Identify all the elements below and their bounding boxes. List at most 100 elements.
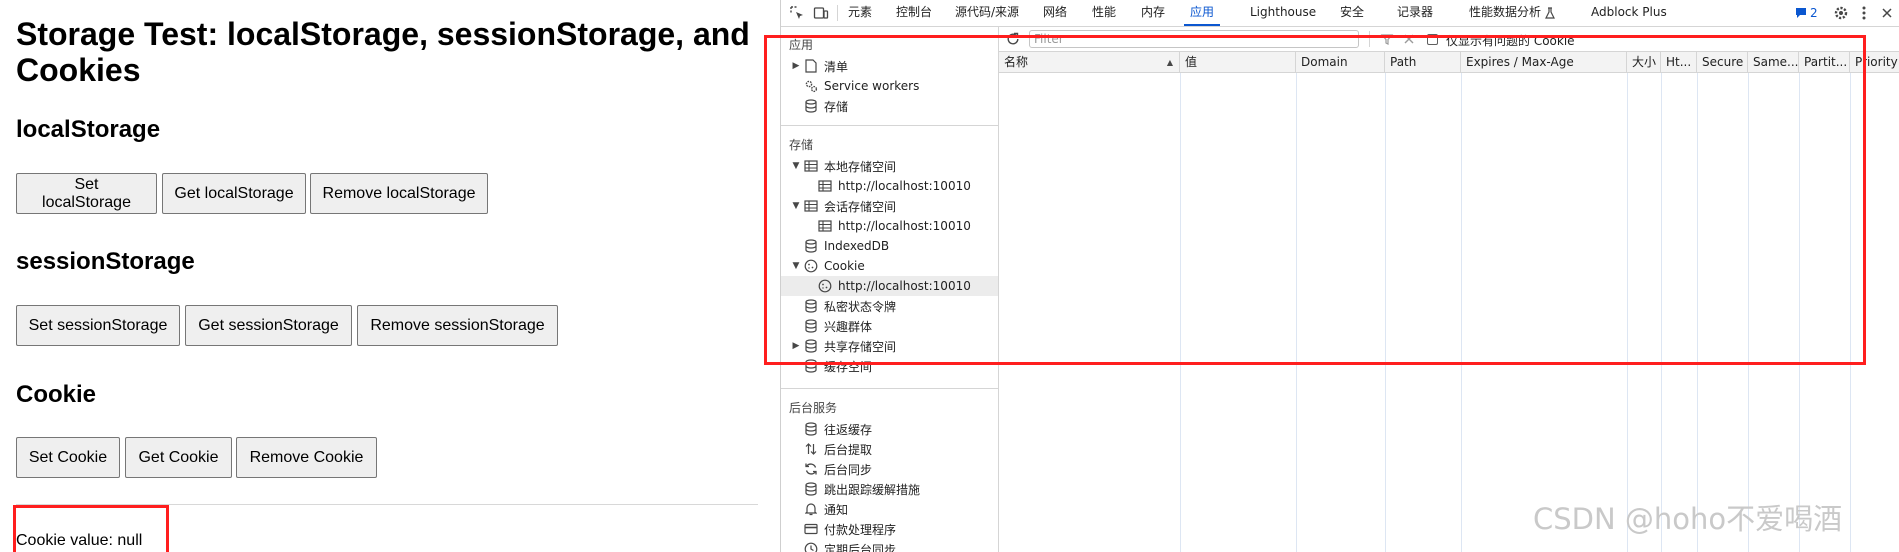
sidebar-item-label: Cookie <box>824 259 865 273</box>
sidebar-item-notifications[interactable]: 通知 <box>781 499 998 519</box>
sidebar-item-label: 清单 <box>824 59 849 74</box>
sidebar-item-label: 存储 <box>824 99 849 114</box>
sidebar-item-label: http://localhost:10010 <box>838 179 971 193</box>
set-localstorage-button[interactable]: Set localStorage <box>16 173 157 214</box>
inspect-element-icon[interactable] <box>787 3 807 23</box>
column-header-value[interactable]: 值 <box>1180 52 1296 73</box>
clear-filtered-icon[interactable] <box>1377 29 1397 49</box>
column-header-samesite[interactable]: Same... <box>1748 52 1799 73</box>
sidebar-item-session-storage-origin[interactable]: http://localhost:10010 <box>781 216 998 236</box>
settings-gear-icon[interactable] <box>1831 3 1851 23</box>
column-header-domain[interactable]: Domain <box>1296 52 1385 73</box>
column-divider <box>1180 73 1181 552</box>
more-options-icon[interactable] <box>1854 3 1874 23</box>
column-divider <box>1627 73 1628 552</box>
sidebar-item-periodic-background-sync[interactable]: 定期后台同步 <box>781 539 998 552</box>
cookie-filter-input[interactable] <box>1029 30 1359 48</box>
issues-counter[interactable]: 2 <box>1794 3 1818 23</box>
tab-lighthouse[interactable]: Lighthouse <box>1250 0 1316 26</box>
sidebar-item-cookies[interactable]: ▼ Cookie <box>781 256 998 276</box>
sidebar-item-payment-handler[interactable]: 付款处理程序 <box>781 519 998 539</box>
expand-arrow-icon[interactable]: ▶ <box>791 341 801 351</box>
sidebar-item-indexeddb[interactable]: IndexedDB <box>781 236 998 256</box>
close-icon[interactable] <box>1877 3 1897 23</box>
column-header-label: 值 <box>1185 55 1198 69</box>
column-header-path[interactable]: Path <box>1385 52 1461 73</box>
application-sidebar: 应用 ▶ 清单 Service workers 存储 存储 ▼ 本地存储空间 h… <box>781 27 999 552</box>
remove-cookie-button[interactable]: Remove Cookie <box>236 437 377 478</box>
tab-elements[interactable]: 元素 <box>848 0 872 26</box>
column-header-label: Domain <box>1301 55 1348 69</box>
column-header-label: Ht... <box>1666 55 1692 69</box>
only-issues-checkbox[interactable] <box>1427 34 1438 45</box>
column-header-secure[interactable]: Secure <box>1697 52 1748 73</box>
tab-security[interactable]: 安全 <box>1340 0 1364 26</box>
sidebar-item-label: 付款处理程序 <box>824 522 897 537</box>
column-header-size[interactable]: 大小 <box>1627 52 1661 73</box>
tab-console[interactable]: 控制台 <box>896 0 932 26</box>
sidebar-item-local-storage[interactable]: ▼ 本地存储空间 <box>781 156 998 176</box>
delete-selected-icon[interactable] <box>1399 29 1419 49</box>
column-header-partition-key[interactable]: Partit... <box>1799 52 1850 73</box>
set-cookie-button[interactable]: Set Cookie <box>16 437 120 478</box>
sidebar-item-manifest[interactable]: ▶ 清单 <box>781 56 998 76</box>
column-header-priority[interactable]: Priority <box>1850 52 1899 73</box>
column-header-httponly[interactable]: Ht... <box>1661 52 1697 73</box>
sidebar-item-background-sync[interactable]: 后台同步 <box>781 459 998 479</box>
get-cookie-button[interactable]: Get Cookie <box>125 437 232 478</box>
cookie-value-output: Cookie value: null <box>16 532 143 549</box>
column-header-label: Path <box>1390 55 1417 69</box>
column-header-label: Expires / Max-Age <box>1466 55 1574 69</box>
sidebar-item-label: 缓存空间 <box>824 359 873 374</box>
document-icon <box>803 58 819 74</box>
sidebar-item-shared-storage[interactable]: ▶ 共享存储空间 <box>781 336 998 356</box>
sidebar-item-bounce-tracking-mitigations[interactable]: 跳出跟踪缓解措施 <box>781 479 998 499</box>
divider <box>16 504 758 505</box>
sidebar-item-session-storage[interactable]: ▼ 会话存储空间 <box>781 196 998 216</box>
tab-performance[interactable]: 性能 <box>1092 0 1116 26</box>
sidebar-item-storage-overview[interactable]: 存储 <box>781 96 998 116</box>
set-sessionstorage-button[interactable]: Set sessionStorage <box>16 305 180 346</box>
section-divider <box>781 388 998 389</box>
sidebar-item-interest-groups[interactable]: 兴趣群体 <box>781 316 998 336</box>
sidebar-item-service-workers[interactable]: Service workers <box>781 76 998 96</box>
test-page: Storage Test: localStorage, sessionStora… <box>0 0 774 552</box>
sidebar-item-background-fetch[interactable]: 后台提取 <box>781 439 998 459</box>
collapse-arrow-icon[interactable]: ▼ <box>791 201 801 211</box>
column-divider <box>1799 73 1800 552</box>
background-services-title: 后台服务 <box>789 401 838 415</box>
sidebar-item-label: http://localhost:10010 <box>838 219 971 233</box>
tab-recorder[interactable]: 记录器 <box>1397 0 1433 26</box>
sidebar-item-private-state-tokens[interactable]: 私密状态令牌 <box>781 296 998 316</box>
sidebar-item-cache-storage[interactable]: 缓存空间 <box>781 356 998 376</box>
column-divider <box>1296 73 1297 552</box>
sidebar-item-label: 往返缓存 <box>824 422 873 437</box>
sidebar-item-local-storage-origin[interactable]: http://localhost:10010 <box>781 176 998 196</box>
column-header-label: Partit... <box>1804 55 1848 69</box>
get-sessionstorage-button[interactable]: Get sessionStorage <box>185 305 352 346</box>
sidebar-item-label: http://localhost:10010 <box>838 279 971 293</box>
sidebar-item-bfcache[interactable]: 往返缓存 <box>781 419 998 439</box>
remove-localstorage-button[interactable]: Remove localStorage <box>310 173 488 214</box>
column-header-label: Secure <box>1702 55 1744 69</box>
refresh-icon[interactable] <box>1003 29 1023 49</box>
device-toolbar-icon[interactable] <box>811 3 831 23</box>
tab-adblock-plus[interactable]: Adblock Plus <box>1591 0 1667 26</box>
tab-performance-insights[interactable]: 性能数据分析 <box>1469 0 1541 26</box>
sidebar-item-cookies-origin[interactable]: http://localhost:10010 <box>781 276 998 296</box>
collapse-arrow-icon[interactable]: ▼ <box>791 261 801 271</box>
tab-memory[interactable]: 内存 <box>1141 0 1165 26</box>
database-icon <box>803 358 819 374</box>
column-header-expires[interactable]: Expires / Max-Age <box>1461 52 1627 73</box>
tab-network[interactable]: 网络 <box>1043 0 1067 26</box>
tab-sources[interactable]: 源代码/来源 <box>955 0 1019 26</box>
expand-arrow-icon[interactable]: ▶ <box>791 61 801 71</box>
tab-application[interactable]: 应用 <box>1184 0 1221 26</box>
cookie-table: 名称 ▲ 值 Domain Path Expires / Max-Age 大小 … <box>999 52 1899 552</box>
gears-icon <box>803 78 819 94</box>
column-header-name[interactable]: 名称 ▲ <box>999 52 1180 73</box>
database-icon <box>803 338 819 354</box>
remove-sessionstorage-button[interactable]: Remove sessionStorage <box>357 305 558 346</box>
collapse-arrow-icon[interactable]: ▼ <box>791 161 801 171</box>
get-localstorage-button[interactable]: Get localStorage <box>162 173 306 214</box>
